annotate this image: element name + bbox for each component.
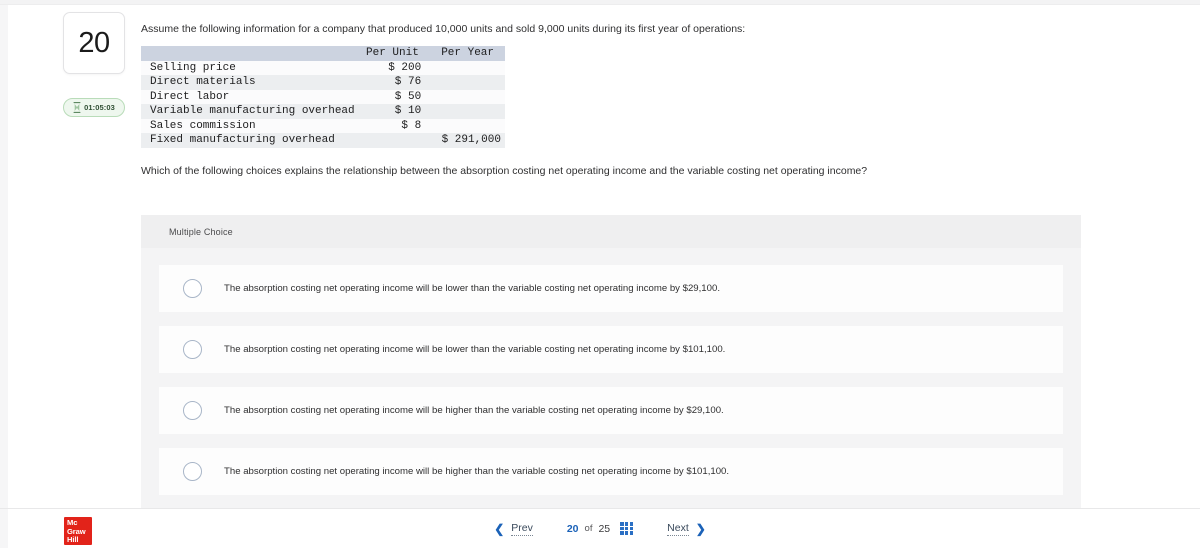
table-header-row: Per Unit Per Year xyxy=(141,46,505,61)
grid-cell xyxy=(620,526,624,531)
answer-option[interactable]: The absorption costing net operating inc… xyxy=(159,326,1063,373)
grid-cell xyxy=(629,522,634,526)
question-navigation: ❮ Prev 20 of 25 Next ❯ xyxy=(0,509,1200,548)
pager-of-label: of xyxy=(584,523,593,534)
answer-option-label: The absorption costing net operating inc… xyxy=(224,344,726,355)
row-label: Direct materials xyxy=(141,75,355,90)
answer-type-label: Multiple Choice xyxy=(169,226,233,237)
total-page-count: 25 xyxy=(598,522,611,535)
column-header-per-year: Per Year xyxy=(430,46,505,61)
financial-data-table: Per Unit Per Year Selling price $ 200 Di… xyxy=(141,46,505,148)
row-label: Sales commission xyxy=(141,118,355,133)
question-intro: Assume the following information for a c… xyxy=(141,23,746,35)
prev-button-label: Prev xyxy=(511,521,533,536)
row-per-year xyxy=(430,60,505,75)
table-row: Fixed manufacturing overhead $ 291,000 xyxy=(141,133,505,148)
answer-block: Multiple Choice The absorption costing n… xyxy=(141,215,1081,512)
timer-value: 01:05:03 xyxy=(84,103,115,112)
row-label: Selling price xyxy=(141,60,355,75)
grid-cell xyxy=(629,531,634,535)
grid-cell xyxy=(629,526,634,531)
table-header: Per Unit Per Year xyxy=(141,46,505,61)
answer-option[interactable]: The absorption costing net operating inc… xyxy=(159,265,1063,312)
answer-option[interactable]: The absorption costing net operating inc… xyxy=(159,448,1063,495)
row-per-year xyxy=(430,75,505,90)
row-per-unit xyxy=(354,133,431,148)
radio-button[interactable] xyxy=(183,462,202,481)
prev-button[interactable]: ❮ Prev xyxy=(494,522,533,536)
timer-badge: 01:05:03 xyxy=(63,98,125,117)
grid-cell xyxy=(624,526,629,531)
chevron-left-icon: ❮ xyxy=(494,521,505,536)
answer-type-header: Multiple Choice xyxy=(141,215,1081,248)
question-number-card: 20 xyxy=(63,12,125,74)
grid-cell xyxy=(620,522,624,526)
table-row: Direct materials $ 76 xyxy=(141,75,505,90)
answer-option-label: The absorption costing net operating inc… xyxy=(224,283,720,294)
grid-cell xyxy=(624,531,629,535)
radio-button[interactable] xyxy=(183,340,202,359)
row-per-year xyxy=(430,89,505,104)
hourglass-icon xyxy=(73,102,81,113)
row-per-unit: $ 200 xyxy=(354,60,431,75)
column-header-label xyxy=(141,46,355,61)
table-row: Direct labor $ 50 xyxy=(141,89,505,104)
footer-bar: Mc Graw Hill ❮ Prev 20 of 25 Next ❯ xyxy=(0,508,1200,548)
grid-cell xyxy=(624,522,629,526)
current-page-number: 20 xyxy=(566,522,579,535)
row-per-year xyxy=(430,104,505,119)
row-per-year: $ 291,000 xyxy=(430,133,505,148)
row-per-unit: $ 8 xyxy=(354,118,431,133)
page-left-gutter xyxy=(0,5,8,508)
question-rail: 20 01:05:03 xyxy=(63,12,125,117)
column-header-per-unit: Per Unit xyxy=(354,46,431,61)
next-button[interactable]: Next ❯ xyxy=(667,522,706,536)
row-label: Fixed manufacturing overhead xyxy=(141,133,355,148)
question-number: 20 xyxy=(78,26,110,59)
answer-option-label: The absorption costing net operating inc… xyxy=(224,405,724,416)
answer-options-list: The absorption costing net operating inc… xyxy=(141,248,1081,512)
page-canvas: 20 01:05:03 Assume the following informa… xyxy=(0,5,1200,512)
row-per-unit: $ 50 xyxy=(354,89,431,104)
table-row: Selling price $ 200 xyxy=(141,60,505,75)
answer-option-label: The absorption costing net operating inc… xyxy=(224,466,730,477)
next-button-label: Next xyxy=(667,521,689,536)
table-row: Sales commission $ 8 xyxy=(141,118,505,133)
table-row: Variable manufacturing overhead $ 10 xyxy=(141,104,505,119)
answer-option[interactable]: The absorption costing net operating inc… xyxy=(159,387,1063,434)
grid-cell xyxy=(620,531,624,535)
grid-menu-icon[interactable] xyxy=(620,522,634,535)
chevron-right-icon: ❯ xyxy=(695,521,706,536)
question-prompt: Which of the following choices explains … xyxy=(141,164,868,177)
row-per-year xyxy=(430,118,505,133)
row-label: Variable manufacturing overhead xyxy=(141,104,355,119)
pager: 20 of 25 xyxy=(566,522,634,535)
row-per-unit: $ 10 xyxy=(354,104,431,119)
radio-button[interactable] xyxy=(183,279,202,298)
table-body: Selling price $ 200 Direct materials $ 7… xyxy=(141,60,505,148)
question-content: Assume the following information for a c… xyxy=(141,5,1101,178)
row-label: Direct labor xyxy=(141,89,355,104)
row-per-unit: $ 76 xyxy=(354,75,431,90)
radio-button[interactable] xyxy=(183,401,202,420)
